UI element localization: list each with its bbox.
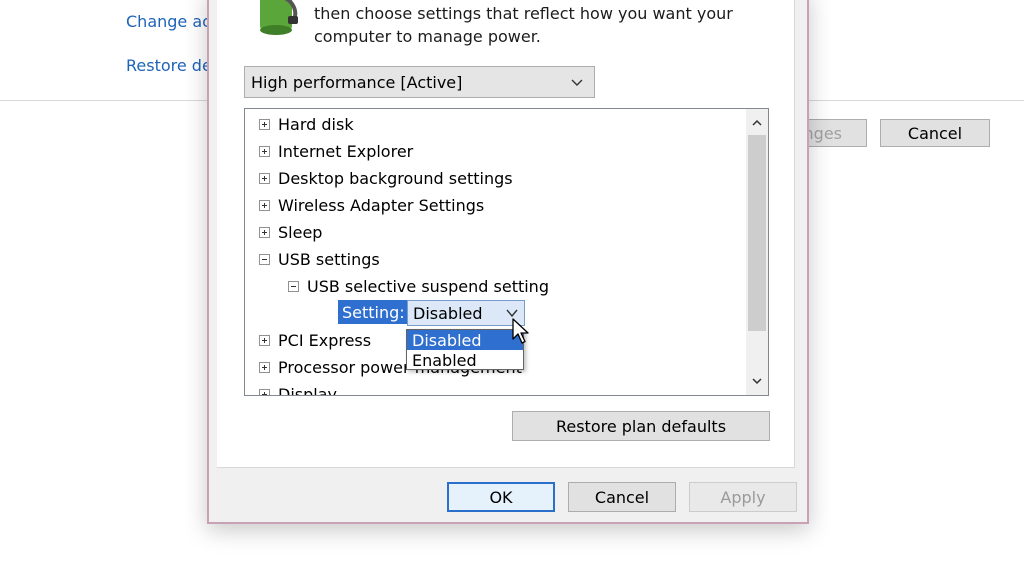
tree-item[interactable]: Display bbox=[259, 383, 337, 396]
ok-button[interactable]: OK bbox=[447, 482, 555, 512]
scroll-up-icon[interactable] bbox=[751, 117, 763, 129]
advanced-settings-tree[interactable]: Hard disk Internet Explorer Desktop back… bbox=[244, 108, 769, 396]
battery-plug-icon bbox=[260, 0, 298, 35]
expand-plus-icon[interactable] bbox=[259, 199, 270, 211]
setting-label: Setting: bbox=[338, 300, 409, 324]
background-cancel-label: Cancel bbox=[907, 123, 963, 143]
scroll-down-icon[interactable] bbox=[751, 375, 763, 387]
tree-item[interactable]: Wireless Adapter Settings bbox=[259, 194, 484, 216]
expand-plus-icon[interactable] bbox=[259, 361, 270, 373]
collapse-minus-icon[interactable] bbox=[288, 280, 299, 292]
apply-label: Apply bbox=[720, 487, 766, 507]
restore-plan-defaults-button[interactable]: Restore plan defaults bbox=[512, 411, 770, 441]
background-cancel-button[interactable]: Cancel bbox=[880, 119, 990, 147]
tree-item-label: Hard disk bbox=[278, 114, 354, 134]
tree-item[interactable]: PCI Express bbox=[259, 329, 371, 351]
expand-plus-icon[interactable] bbox=[259, 118, 270, 130]
tree-item[interactable]: Internet Explorer bbox=[259, 140, 413, 162]
restore-defaults-link[interactable]: Restore de bbox=[126, 56, 212, 75]
setting-value: Disabled bbox=[413, 303, 483, 323]
apply-button[interactable]: Apply bbox=[689, 482, 797, 512]
collapse-minus-icon[interactable] bbox=[259, 253, 270, 265]
tree-item-label: Display bbox=[278, 384, 337, 396]
tree-item[interactable]: Hard disk bbox=[259, 113, 354, 135]
power-plan-value: High performance [Active] bbox=[251, 72, 463, 92]
cancel-button[interactable]: Cancel bbox=[568, 482, 676, 512]
save-changes-label: nges bbox=[803, 123, 842, 143]
tree-item[interactable]: USB settings bbox=[259, 248, 380, 270]
option-disabled[interactable]: Disabled bbox=[407, 330, 523, 350]
setting-dropdown[interactable]: Disabled bbox=[407, 300, 525, 326]
cancel-label: Cancel bbox=[594, 487, 650, 507]
expand-plus-icon[interactable] bbox=[259, 172, 270, 184]
change-advanced-settings-link[interactable]: Change ac bbox=[126, 12, 211, 31]
tree-item-label: USB selective suspend setting bbox=[307, 276, 549, 296]
expand-plus-icon[interactable] bbox=[259, 145, 270, 157]
mouse-pointer-icon bbox=[512, 318, 529, 344]
scrollbar-thumb[interactable] bbox=[748, 135, 766, 331]
dialog-description: then choose settings that reflect how yo… bbox=[314, 4, 733, 46]
chevron-down-icon bbox=[571, 79, 583, 86]
option-enabled[interactable]: Enabled bbox=[407, 350, 523, 370]
tree-item-label: Sleep bbox=[278, 222, 323, 242]
setting-options-list[interactable]: Disabled Enabled bbox=[406, 329, 524, 370]
tree-item-label: Desktop background settings bbox=[278, 168, 513, 188]
tree-item-label: Internet Explorer bbox=[278, 141, 414, 161]
expand-plus-icon[interactable] bbox=[259, 334, 270, 346]
tree-item-label: USB settings bbox=[278, 249, 380, 269]
restore-plan-defaults-label: Restore plan defaults bbox=[555, 416, 727, 436]
tree-item-label: Wireless Adapter Settings bbox=[278, 195, 485, 215]
tree-item[interactable]: Sleep bbox=[259, 221, 322, 243]
tree-item[interactable]: Desktop background settings bbox=[259, 167, 513, 189]
tree-item[interactable]: USB selective suspend setting bbox=[288, 275, 549, 297]
expand-plus-icon[interactable] bbox=[259, 388, 270, 395]
power-plan-select[interactable]: High performance [Active] bbox=[244, 66, 595, 98]
ok-label: OK bbox=[489, 487, 513, 507]
expand-plus-icon[interactable] bbox=[259, 226, 270, 238]
vertical-scrollbar[interactable] bbox=[746, 109, 768, 395]
tree-item-label: PCI Express bbox=[278, 330, 372, 350]
